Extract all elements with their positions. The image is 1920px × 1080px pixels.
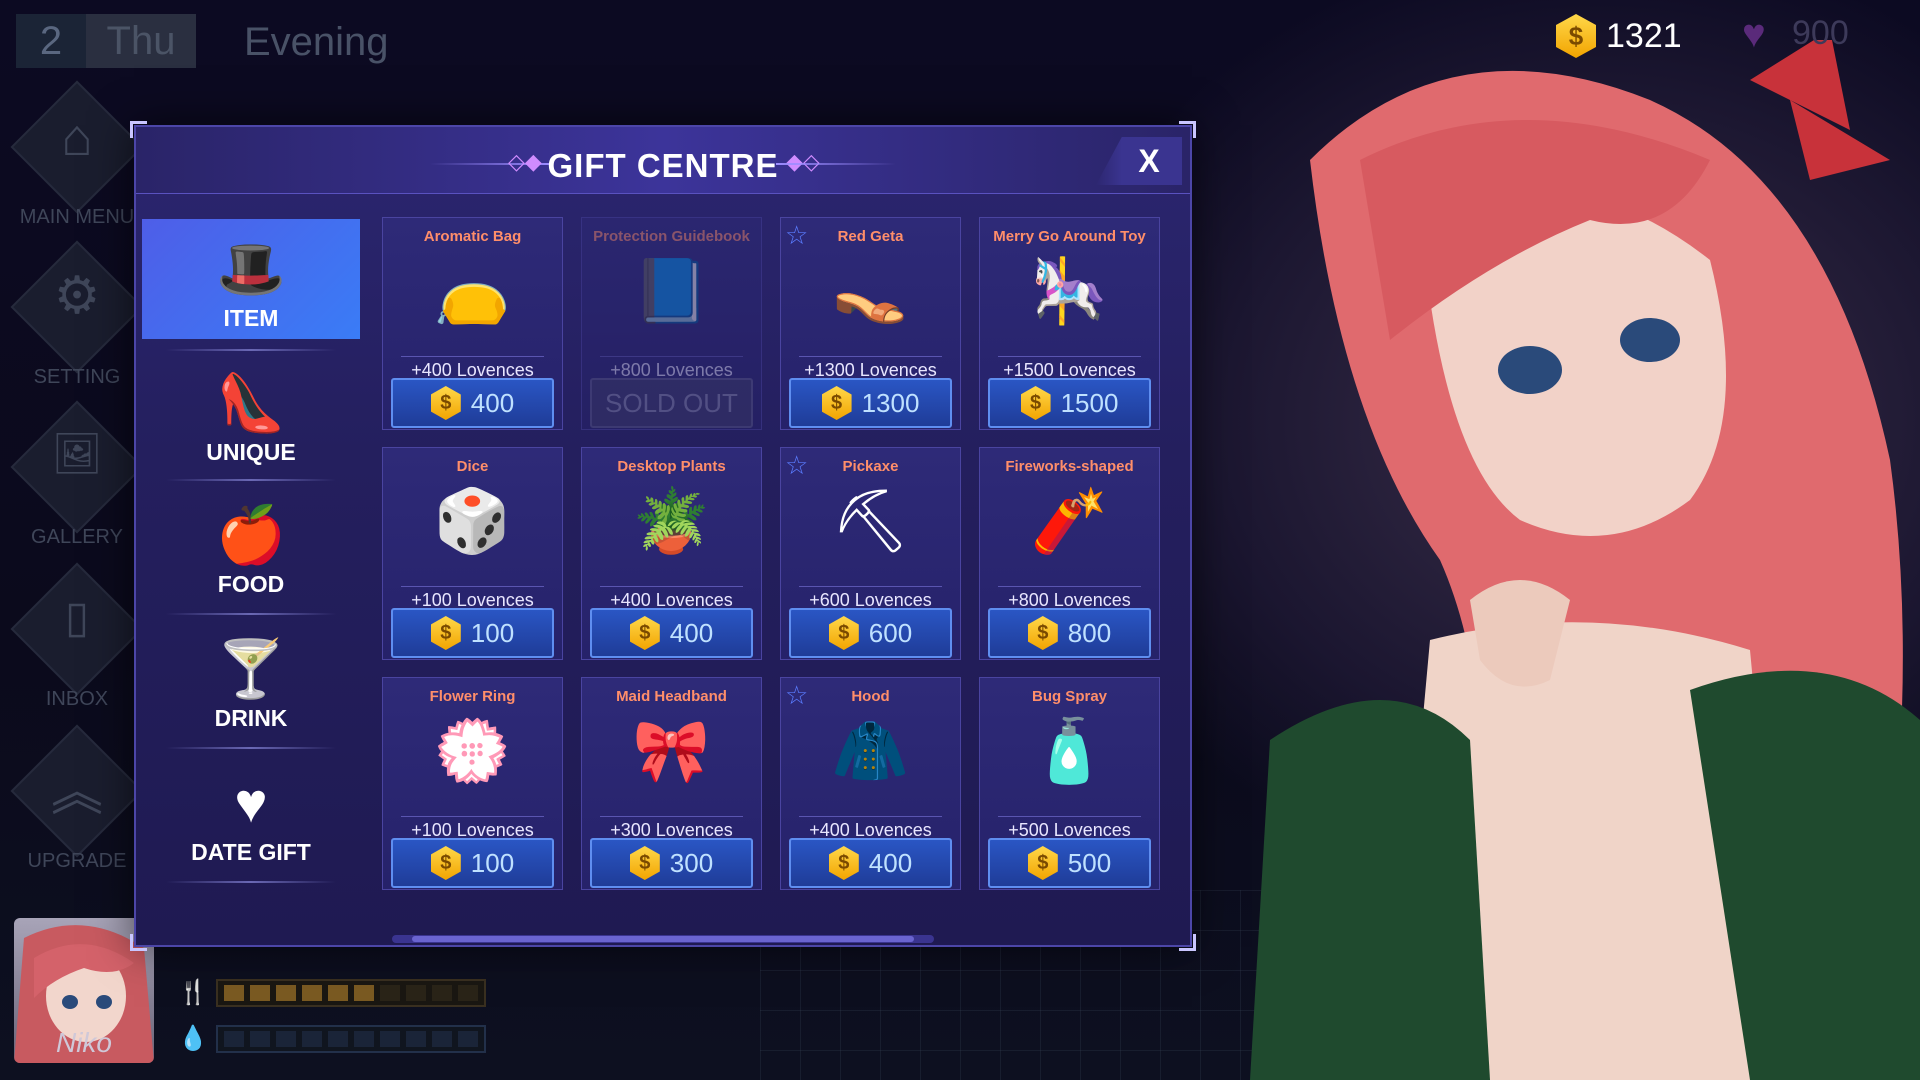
gift-card-pickaxe[interactable]: ☆ Pickaxe ⛏ +600 Lovences $600: [780, 447, 961, 660]
category-unique[interactable]: 👠 UNIQUE: [142, 353, 360, 473]
chevron-up-icon: ︽: [50, 764, 103, 822]
hunger-bar: [216, 978, 486, 1007]
time-of-day: Evening: [244, 20, 389, 64]
character-name: Niko: [55, 1027, 112, 1058]
day-number: 2: [16, 14, 86, 68]
pickaxe-icon: ⛏: [831, 487, 910, 556]
gift-card-protection-guidebook[interactable]: Protection Guidebook 📘 +800 Lovences SOL…: [581, 217, 762, 430]
dialog-title: GIFT CENTRE: [547, 147, 779, 184]
buy-button[interactable]: $100: [391, 608, 554, 658]
water-drop-icon: 💧: [178, 1025, 208, 1052]
heart-icon: ♥: [234, 771, 268, 834]
gear-icon: ⚙: [53, 267, 101, 325]
gift-card-hood[interactable]: ☆ Hood 🧥 +400 Lovences $400: [780, 677, 961, 890]
home-icon: ⌂: [61, 109, 93, 167]
coin-icon: $: [828, 846, 859, 880]
buy-button[interactable]: $500: [988, 838, 1151, 888]
cocktail-icon: 🍸: [216, 637, 286, 700]
scroll-thumb[interactable]: [412, 936, 914, 942]
hood-icon: 🧥: [831, 717, 910, 786]
gift-card-merry-go-around-toy[interactable]: Merry Go Around Toy 🎠 +1500 Lovences $15…: [979, 217, 1160, 430]
day-indicator: 2 Thu: [16, 14, 196, 68]
bag-icon: 👝: [433, 257, 512, 326]
buy-button[interactable]: $400: [391, 378, 554, 428]
gift-card-fireworks-shaped[interactable]: Fireworks-shaped 🧨 +800 Lovences $800: [979, 447, 1160, 660]
image-icon: 🖼: [51, 432, 103, 476]
book-icon: 📘: [632, 257, 711, 326]
grid-scrollbar[interactable]: [392, 935, 934, 943]
day-name: Thu: [86, 14, 196, 68]
hunger-stat: 🍴: [178, 978, 486, 1007]
shoe-icon: 👠: [216, 371, 286, 434]
headband-icon: 🎀: [632, 717, 711, 786]
gift-card-flower-ring[interactable]: Flower Ring 💮 +100 Lovences $100: [382, 677, 563, 890]
coin-icon: $: [821, 386, 852, 420]
coin-icon: $: [629, 616, 660, 650]
coin-icon: $: [430, 386, 461, 420]
category-item[interactable]: 🎩 ITEM: [142, 219, 360, 339]
buy-button[interactable]: $100: [391, 838, 554, 888]
coin-icon: $: [430, 616, 461, 650]
buy-button[interactable]: $600: [789, 608, 952, 658]
phone-icon: ▯: [64, 593, 90, 642]
sandal-icon: 👡: [831, 257, 910, 326]
heart-amount: 900: [1792, 14, 1849, 52]
sold-out-button: SOLD OUT: [590, 378, 753, 428]
gift-card-aromatic-bag[interactable]: Aromatic Bag 👝 +400 Lovences $400: [382, 217, 563, 430]
character-illustration: [1250, 40, 1920, 1080]
gift-item-grid: Aromatic Bag 👝 +400 Lovences $400 Protec…: [382, 217, 1160, 890]
coin-icon: $: [1027, 846, 1058, 880]
category-date-gift[interactable]: ♥ DATE GIFT: [142, 753, 360, 873]
thirst-bar: [216, 1024, 486, 1053]
gift-card-bug-spray[interactable]: Bug Spray 🧴 +500 Lovences $500: [979, 677, 1160, 890]
gift-card-dice[interactable]: Dice 🎲 +100 Lovences $100: [382, 447, 563, 660]
buy-button[interactable]: $400: [789, 838, 952, 888]
buy-button[interactable]: $1300: [789, 378, 952, 428]
dice-icon: 🎲: [433, 487, 512, 556]
buy-button[interactable]: $800: [988, 608, 1151, 658]
coin-icon: $: [1556, 14, 1596, 58]
gift-card-maid-headband[interactable]: Maid Headband 🎀 +300 Lovences $300: [581, 677, 762, 890]
dialog-header: ◇◆ GIFT CENTRE ◆◇ X: [136, 127, 1190, 194]
coin-icon: $: [430, 846, 461, 880]
plant-icon: 🪴: [632, 487, 711, 556]
fork-knife-icon: 🍴: [178, 979, 208, 1006]
gold-amount: 1321: [1606, 16, 1682, 55]
coin-icon: $: [629, 846, 660, 880]
wreath-icon: 💮: [433, 717, 512, 786]
heart-counter: ♥ 900: [1742, 11, 1849, 56]
buy-button[interactable]: $1500: [988, 378, 1151, 428]
diamond-deco-icon: ◆◇: [786, 149, 820, 174]
heart-currency-icon: ♥: [1742, 11, 1766, 56]
thirst-stat: 💧: [178, 1024, 486, 1053]
close-button[interactable]: X: [1096, 137, 1182, 185]
gift-centre-dialog: ◇◆ GIFT CENTRE ◆◇ X 🎩 ITEM 👠 UNIQUE 🍎 FO…: [130, 121, 1196, 951]
carousel-icon: 🎠: [1030, 257, 1109, 326]
spray-icon: 🧴: [1030, 717, 1109, 786]
coin-icon: $: [828, 616, 859, 650]
hat-icon: 🎩: [216, 237, 286, 300]
gift-card-red-geta[interactable]: ☆ Red Geta 👡 +1300 Lovences $1300: [780, 217, 961, 430]
buy-button[interactable]: $400: [590, 608, 753, 658]
gift-card-desktop-plants[interactable]: Desktop Plants 🪴 +400 Lovences $400: [581, 447, 762, 660]
category-food[interactable]: 🍎 FOOD: [142, 485, 360, 605]
coin-icon: $: [1027, 616, 1058, 650]
category-drink[interactable]: 🍸 DRINK: [142, 619, 360, 739]
gold-counter: $ 1321: [1556, 14, 1682, 58]
firework-icon: 🧨: [1030, 487, 1109, 556]
coin-icon: $: [1020, 386, 1051, 420]
buy-button[interactable]: $300: [590, 838, 753, 888]
apple-icon: 🍎: [216, 503, 286, 566]
